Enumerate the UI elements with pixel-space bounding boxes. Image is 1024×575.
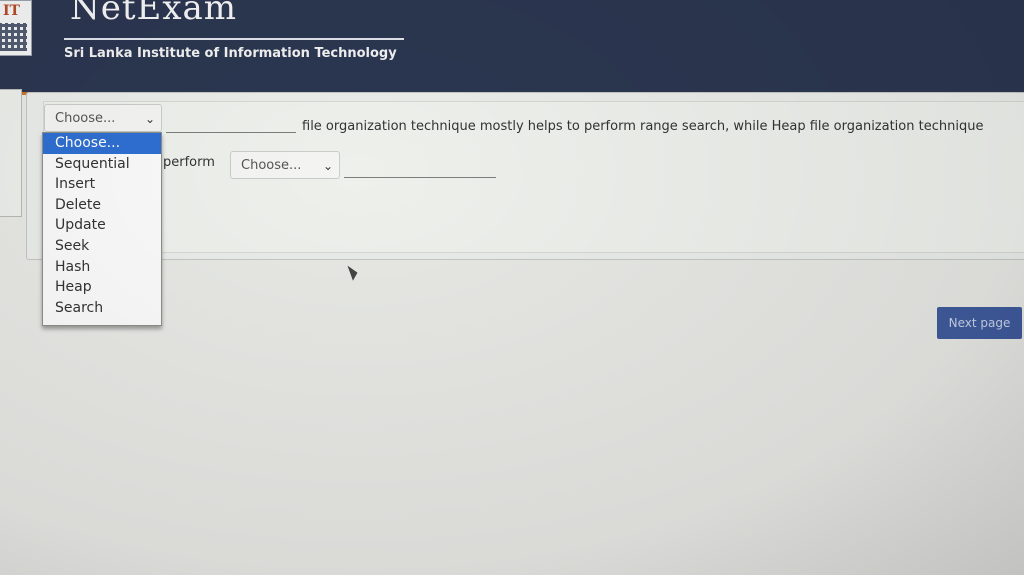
answer-select-1[interactable]: Choose... ⌄ [44, 104, 162, 132]
dropdown-option[interactable]: Insert [43, 174, 161, 195]
app-header: IT NetExam Sri Lanka Institute of Inform… [0, 0, 1024, 95]
brand-title: NetExam [70, 0, 238, 28]
answer-select-2[interactable]: Choose... ⌄ [230, 151, 340, 179]
mouse-cursor-icon [347, 263, 360, 281]
answer-blank-1 [166, 132, 296, 133]
dropdown-option[interactable]: Choose... [43, 133, 161, 154]
dropdown-option[interactable]: Update [43, 215, 161, 236]
question-text-part-2: perform [163, 155, 215, 170]
chevron-down-icon: ⌄ [144, 112, 155, 126]
logo-grid-icon [0, 23, 27, 51]
dropdown-option[interactable]: Sequential [43, 154, 161, 175]
navigation-panel-edge [0, 89, 22, 217]
logo-text: IT [3, 3, 20, 19]
question-text-part-1: file organization technique mostly helps… [302, 119, 984, 134]
institute-subtitle: Sri Lanka Institute of Information Techn… [64, 46, 397, 61]
answer-blank-2 [344, 177, 496, 178]
select-2-value: Choose... [241, 158, 302, 173]
dropdown-option[interactable]: Search [43, 298, 161, 319]
question-card [26, 92, 1024, 260]
chevron-down-icon: ⌄ [322, 159, 333, 173]
next-page-button[interactable]: Next page [937, 307, 1022, 339]
dropdown-option[interactable]: Heap [43, 277, 161, 298]
dropdown-option[interactable]: Delete [43, 195, 161, 216]
dropdown-option[interactable]: Hash [43, 257, 161, 278]
brand-divider [64, 38, 404, 40]
sliit-logo: IT [0, 0, 32, 56]
select-1-value: Choose... [55, 111, 116, 126]
select-1-options-dropdown[interactable]: Choose... Sequential Insert Delete Updat… [42, 132, 162, 326]
dropdown-option[interactable]: Seek [43, 236, 161, 257]
